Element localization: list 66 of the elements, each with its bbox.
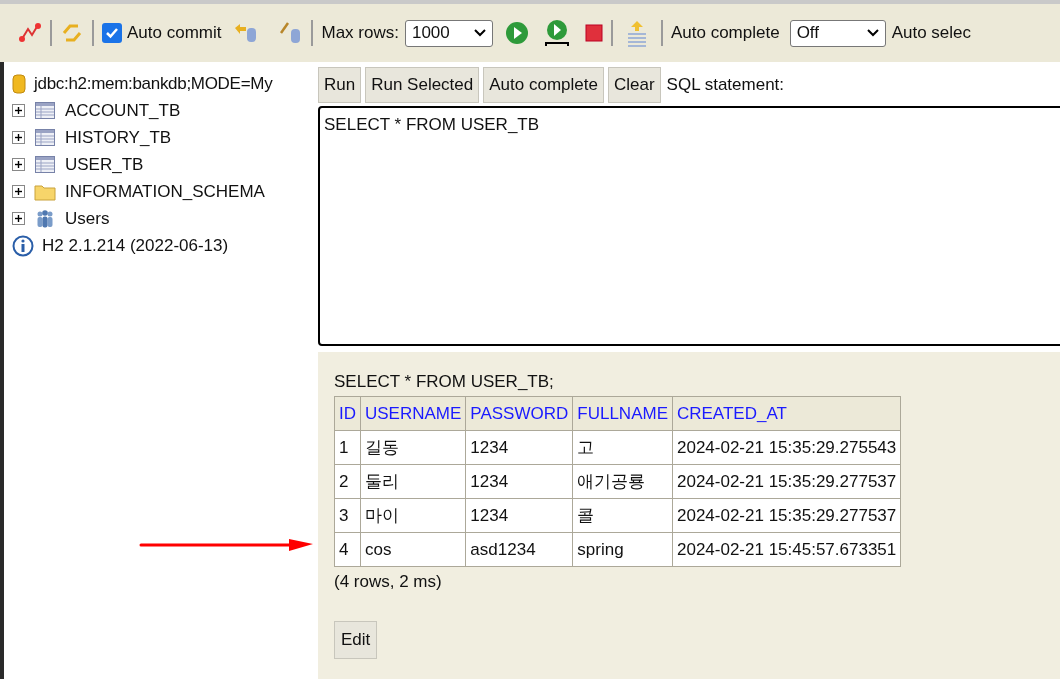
table-cell: 1234	[465, 464, 573, 499]
table-cell: 콜	[572, 498, 673, 533]
column-header[interactable]: PASSWORD	[465, 396, 573, 431]
max-rows-select[interactable]: 1000	[404, 19, 493, 47]
table-cell: 2024-02-21 15:35:29.277537	[672, 498, 901, 533]
table-icon	[35, 129, 55, 146]
table-cell: 1234	[465, 430, 573, 465]
run-icon[interactable]	[504, 21, 529, 45]
table-cell: 1	[334, 430, 361, 465]
table-icon	[35, 156, 55, 173]
database-icon	[12, 73, 26, 94]
column-header[interactable]: FULLNAME	[572, 396, 673, 431]
table-cell: 2024-02-21 15:45:57.673351	[672, 532, 901, 567]
table-cell: 애기공룡	[572, 464, 673, 499]
tree-item[interactable]: USER_TB	[65, 151, 144, 178]
connection-url[interactable]: jdbc:h2:mem:bankdb;MODE=My	[34, 70, 273, 97]
tree-item[interactable]: Users	[65, 205, 110, 232]
run-selected-icon[interactable]	[543, 19, 570, 47]
toolbar-button[interactable]: Run	[318, 67, 362, 103]
result-query: SELECT * FROM USER_TB;	[334, 371, 555, 393]
table-cell: 마이	[360, 498, 466, 533]
max-rows-label: Max rows:	[321, 22, 399, 45]
plus-box-icon[interactable]	[12, 212, 25, 225]
tree-item[interactable]: HISTORY_TB	[65, 124, 172, 151]
auto-select-label: Auto selec	[891, 22, 972, 45]
toolbar-button[interactable]: Clear	[607, 67, 661, 103]
auto-complete-select[interactable]: Off	[789, 19, 886, 47]
toolbar-button[interactable]: Run Selected	[365, 67, 480, 103]
toolbar-button[interactable]: Auto complete	[483, 67, 604, 103]
result-summary: (4 rows, 2 ms)	[334, 571, 443, 593]
table-cell: 길동	[360, 430, 466, 465]
table-cell: spring	[572, 532, 673, 567]
tree-item[interactable]: INFORMATION_SCHEMA	[65, 178, 265, 205]
table-cell: 2	[334, 464, 361, 499]
info-icon	[12, 234, 34, 257]
column-header[interactable]: ID	[334, 396, 361, 431]
table-icon	[35, 102, 55, 119]
edit-button[interactable]: Edit	[334, 621, 378, 659]
plus-box-icon[interactable]	[12, 185, 25, 198]
tree-item[interactable]: ACCOUNT_TB	[65, 97, 181, 124]
table-cell: 3	[334, 498, 361, 533]
plus-box-icon[interactable]	[12, 158, 25, 171]
users-icon	[35, 208, 55, 229]
folder-icon	[34, 182, 56, 201]
auto-complete-label: Auto complete	[670, 22, 780, 45]
table-cell: cos	[360, 532, 466, 567]
checkmark-icon	[105, 26, 119, 40]
table-cell: 2024-02-21 15:35:29.275543	[672, 430, 901, 465]
table-cell: 2024-02-21 15:35:29.277537	[672, 464, 901, 499]
checkbox[interactable]	[102, 23, 122, 43]
caret-icon	[866, 29, 879, 37]
table-cell: 1234	[465, 498, 573, 533]
column-header[interactable]: USERNAME	[360, 396, 466, 431]
column-header[interactable]: CREATED_AT	[672, 396, 901, 431]
caret-icon	[473, 29, 486, 37]
table-cell: 4	[334, 532, 361, 567]
table-cell: 둘리	[360, 464, 466, 499]
stop-icon[interactable]	[584, 24, 603, 42]
table-cell: asd1234	[465, 532, 573, 567]
table-cell: 고	[572, 430, 673, 465]
auto-commit-label: Auto commit	[127, 22, 222, 45]
sql-statement-label: SQL statement:	[666, 74, 785, 97]
plus-box-icon[interactable]	[12, 104, 25, 117]
version-text: H2 2.1.214 (2022-06-13)	[42, 234, 229, 257]
plus-box-icon[interactable]	[12, 131, 25, 144]
sql-editor[interactable]: SELECT * FROM USER_TB	[318, 106, 1060, 346]
